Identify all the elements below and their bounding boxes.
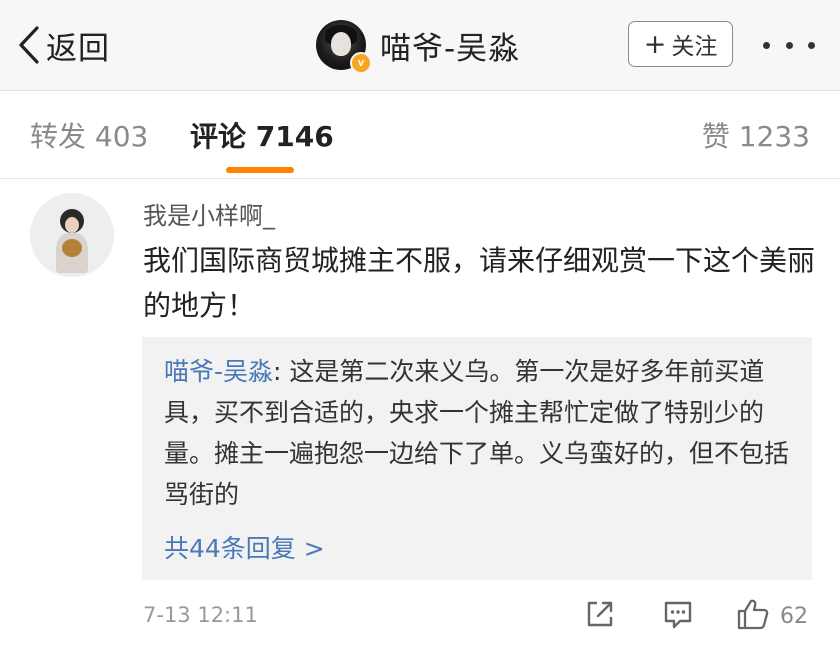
author-avatar[interactable]: v — [316, 20, 372, 74]
follow-button[interactable]: + 关注 — [628, 21, 733, 67]
tab-like[interactable]: 赞 1233 — [702, 115, 810, 155]
like-count: 62 — [780, 603, 808, 629]
reply-button[interactable] — [662, 598, 694, 634]
post-tabs: 转发 403 评论 7146 赞 1233 — [0, 91, 840, 179]
comment-timestamp: 7-13 12:11 — [143, 603, 258, 627]
reply-content: 喵爷-吴淼: 这是第二次来义乌。第一次是好多年前买道具，买不到合适的，央求一个摊… — [164, 351, 800, 515]
top-nav-bar: 返回 v 喵爷-吴淼 + 关注 — [0, 0, 840, 91]
commenter-name[interactable]: 我是小样啊_ — [143, 196, 275, 231]
reply-author[interactable]: 喵爷-吴淼 — [164, 357, 273, 386]
comment-icon — [662, 598, 694, 634]
reply-separator: : — [273, 357, 290, 386]
active-tab-indicator — [226, 167, 294, 173]
tab-comment[interactable]: 评论 7146 — [190, 115, 334, 155]
like-icon — [736, 597, 770, 635]
comment-text: 我们国际商贸城摊主不服，请来仔细观赏一下这个美丽的地方！ — [143, 244, 816, 322]
chevron-left-icon — [16, 25, 42, 65]
back-button[interactable]: 返回 — [16, 22, 110, 68]
share-icon — [584, 598, 616, 634]
plus-icon: + — [643, 28, 667, 60]
more-dots-icon[interactable] — [763, 38, 815, 52]
share-button[interactable] — [584, 598, 616, 634]
view-all-replies-link[interactable]: 共44条回复 > — [164, 529, 325, 565]
reply-box[interactable]: 喵爷-吴淼: 这是第二次来义乌。第一次是好多年前买道具，买不到合适的，央求一个摊… — [142, 337, 812, 580]
post-author-header[interactable]: v 喵爷-吴淼 — [316, 19, 521, 74]
follow-label: 关注 — [671, 34, 718, 60]
verified-badge-icon: v — [350, 52, 372, 74]
commenter-avatar[interactable] — [30, 193, 114, 277]
page-title: 喵爷-吴淼 — [380, 30, 521, 67]
back-label: 返回 — [46, 30, 110, 67]
tab-repost[interactable]: 转发 403 — [30, 115, 148, 155]
like-button[interactable]: 62 — [736, 598, 808, 634]
